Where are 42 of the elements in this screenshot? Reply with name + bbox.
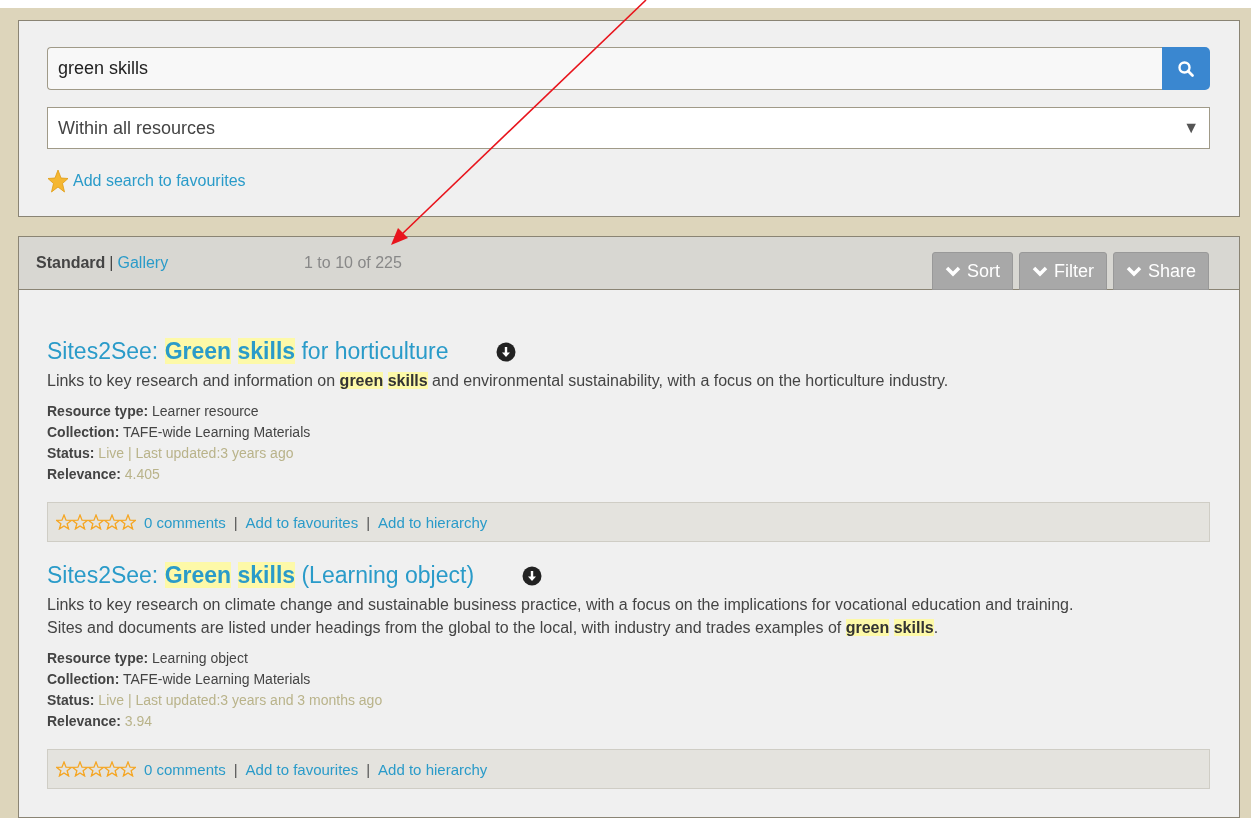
chevron-down-icon <box>1031 265 1048 277</box>
download-icon[interactable] <box>496 341 517 362</box>
action-link[interactable]: Add to favourites <box>245 760 359 778</box>
view-tab[interactable]: Gallery <box>117 254 169 272</box>
separator-text: | <box>109 254 114 272</box>
dropdown-button[interactable]: Sort <box>931 252 1013 290</box>
result-title-link[interactable]: Sites2See: Green skills for horticulture <box>47 338 449 365</box>
result-description: Links to key research on climate change and sustainable business practice, with a focus on the implications for vocational education and training. Sites and documents are listed under headings from the global to the local, with industry and trades examples of green skills. <box>47 595 1075 638</box>
chevron-down-icon <box>944 265 961 277</box>
action-link[interactable]: Add to favourites <box>245 513 359 531</box>
search-icon <box>1177 59 1195 78</box>
separator-text: | <box>233 513 238 531</box>
separator-text: | <box>366 760 371 778</box>
action-link[interactable]: Add to hierarchy <box>378 513 488 531</box>
star-rating[interactable] <box>56 761 136 777</box>
chevron-down-icon <box>1125 265 1142 277</box>
action-link[interactable]: 0 comments <box>144 513 226 531</box>
view-tab[interactable]: Standard <box>36 254 106 272</box>
download-icon[interactable] <box>522 565 543 586</box>
result-count: 1 to 10 of 225 <box>304 254 402 272</box>
action-link[interactable]: 0 comments <box>144 760 226 778</box>
result-title-link[interactable]: Sites2See: Green skills (Learning object) <box>47 562 475 589</box>
search-button[interactable] <box>1162 47 1210 90</box>
star-icon <box>47 169 69 193</box>
dropdown-button[interactable]: Share <box>1112 252 1209 290</box>
metadata-line: Collection: TAFE-wide Learning Materials <box>47 423 312 442</box>
metadata-line: Resource type: Learning object <box>47 649 249 668</box>
separator-text: | <box>233 760 238 778</box>
metadata-line: Status: Live | Last updated:3 years ago <box>47 444 295 463</box>
search-field[interactable]: green skills <box>47 47 1162 90</box>
scope-dropdown[interactable]: Within all resources ▼ <box>47 107 1210 149</box>
separator-text: | <box>366 513 371 531</box>
star-rating[interactable] <box>56 514 136 530</box>
action-link[interactable]: Add to hierarchy <box>378 760 488 778</box>
metadata-line: Resource type: Learner resource <box>47 402 260 421</box>
metadata-line: Relevance: 4.405 <box>47 465 161 484</box>
metadata-line: Collection: TAFE-wide Learning Materials <box>47 670 312 689</box>
result-description: Links to key research and information on green skills and environmental sustainability, with a focus on the horticulture industry. <box>47 371 950 391</box>
dropdown-button[interactable]: Filter <box>1018 252 1107 290</box>
metadata-line: Status: Live | Last updated:3 years and 3 months ago <box>47 691 384 710</box>
add-search-favourites-link[interactable]: Add search to favourites <box>73 172 246 190</box>
metadata-line: Relevance: 3.94 <box>47 712 154 731</box>
